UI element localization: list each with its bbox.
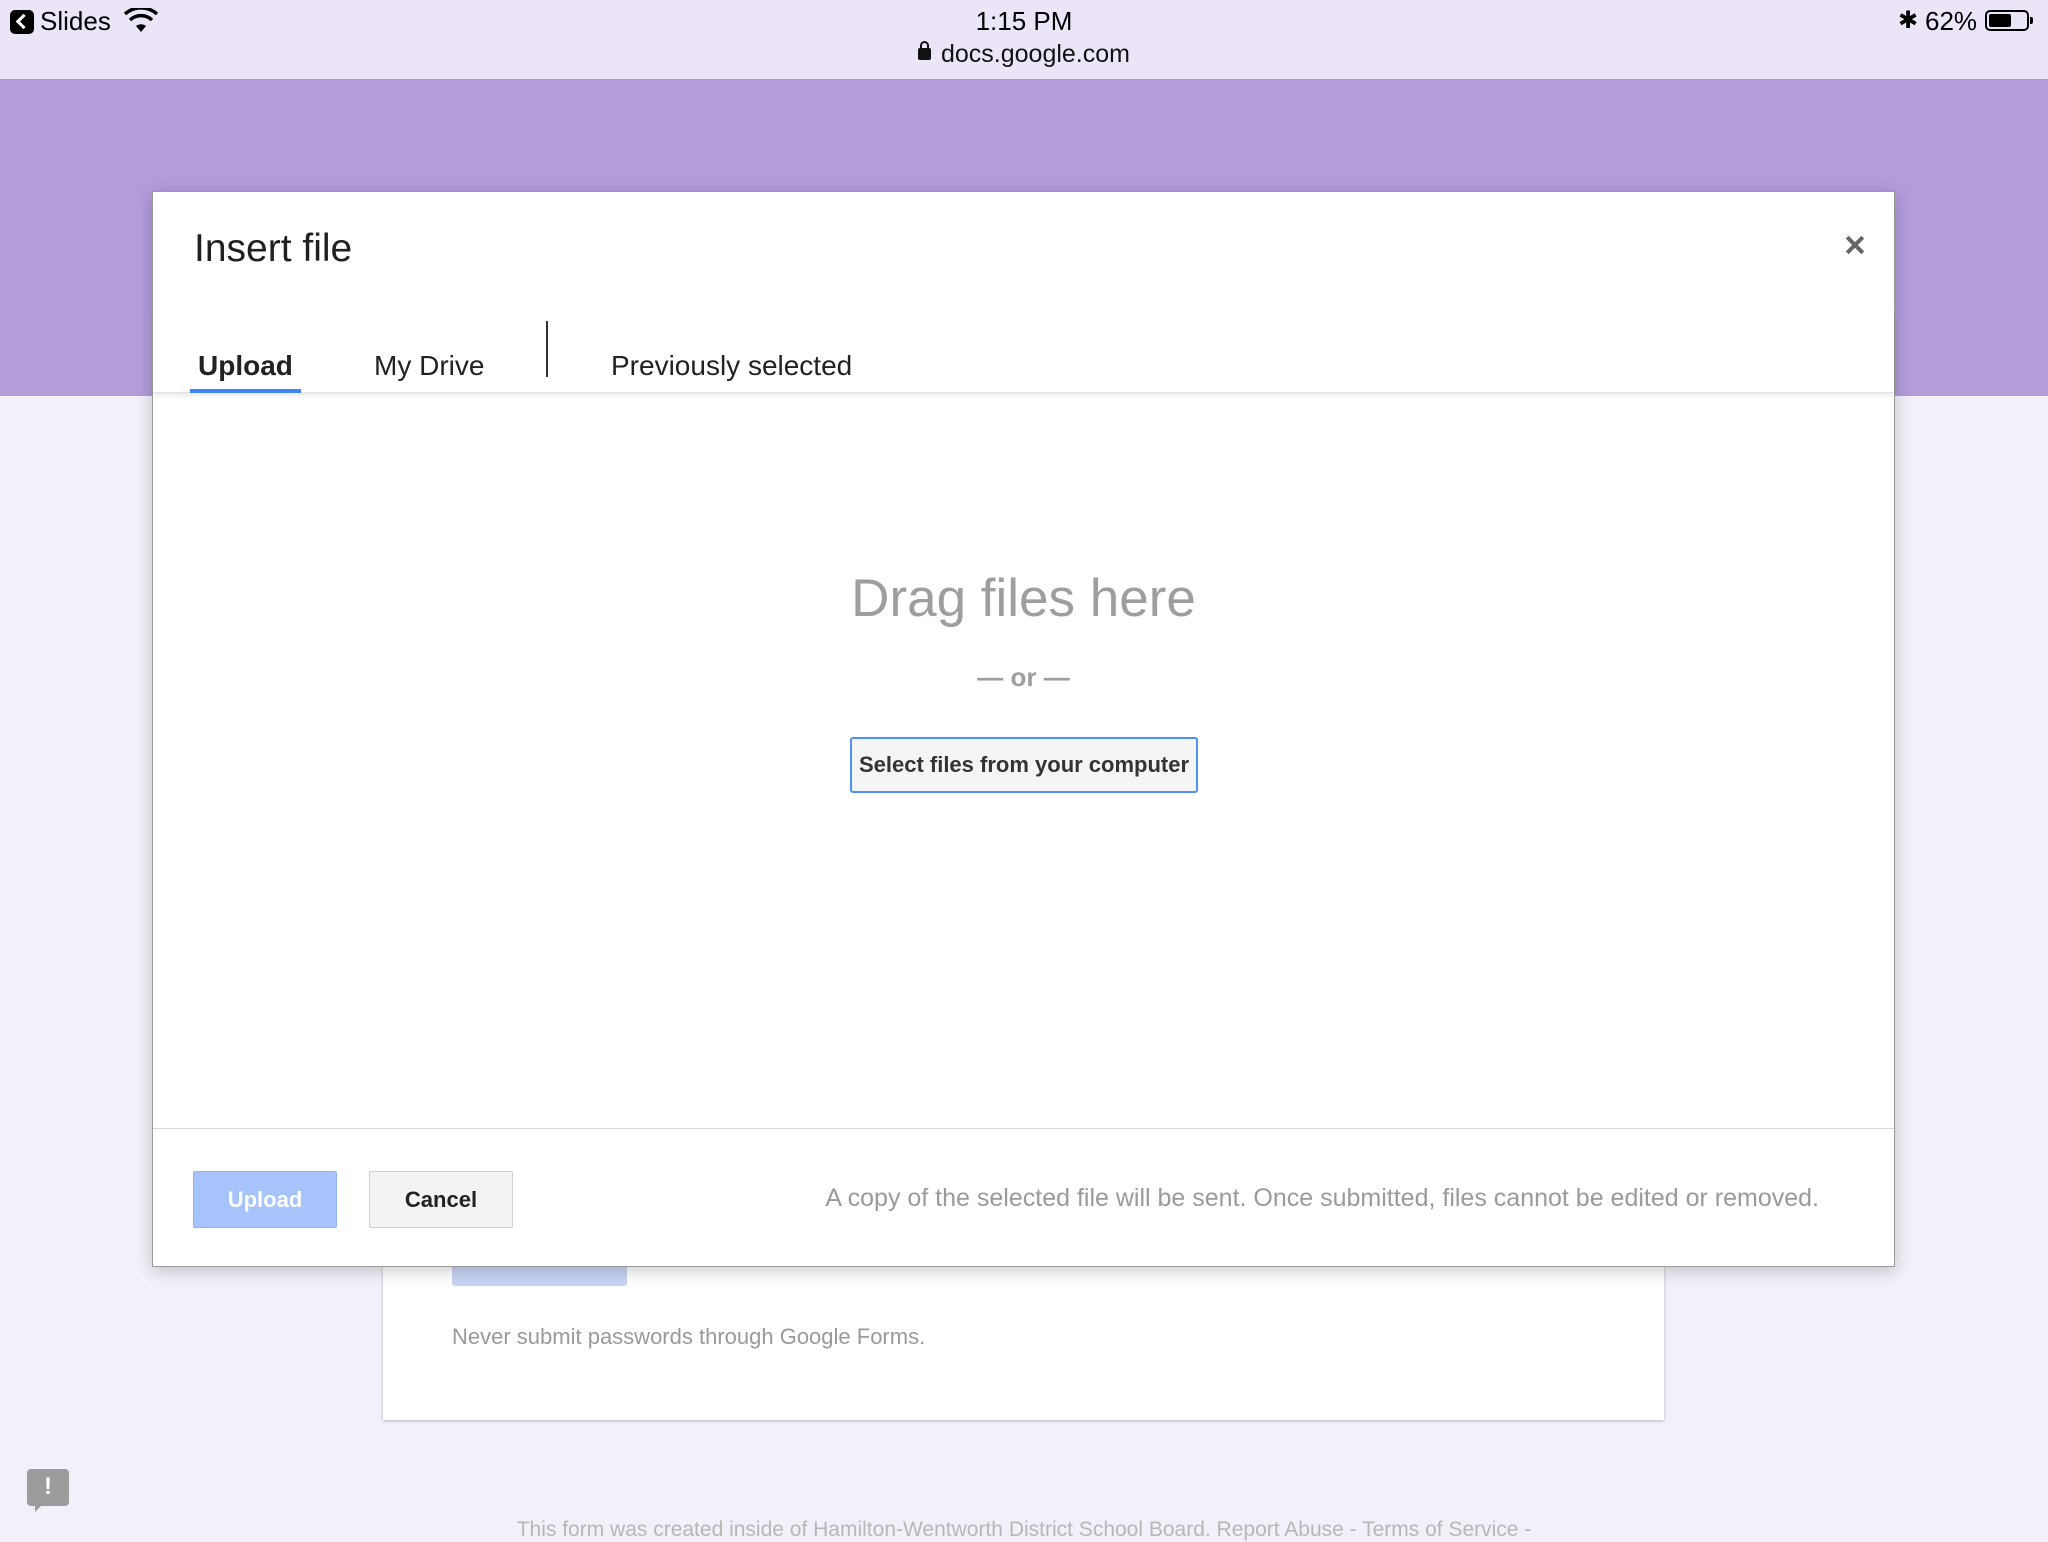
clock: 1:15 PM: [975, 6, 1073, 36]
tab-previously-selected[interactable]: Previously selected: [611, 310, 852, 392]
lock-icon: [917, 41, 931, 60]
battery-percent: 62%: [1925, 6, 1978, 36]
tab-my-drive[interactable]: My Drive: [374, 310, 484, 392]
upload-notice: A copy of the selected file will be sent…: [825, 1184, 1819, 1212]
form-footer: This form was created inside of Hamilton…: [516, 1518, 1532, 1541]
footer-divider: [153, 1128, 1894, 1129]
dialog-title: Insert file: [194, 227, 353, 270]
address-bar[interactable]: docs.google.com: [0, 40, 2048, 69]
tab-separator: [546, 321, 548, 377]
exclamation-icon: !: [44, 1473, 52, 1500]
battery-icon: [1985, 10, 2033, 31]
bluetooth-icon: ✱: [1898, 7, 1919, 34]
upload-button[interactable]: Upload: [193, 1171, 337, 1228]
tab-upload[interactable]: Upload: [190, 310, 301, 393]
report-issue-button[interactable]: !: [27, 1469, 69, 1512]
url-text: docs.google.com: [940, 40, 1130, 68]
drop-zone-title[interactable]: Drag files here: [153, 568, 1894, 629]
password-warning: Never submit passwords through Google Fo…: [452, 1324, 926, 1349]
dialog-tabs: Upload My Drive Previously selected: [153, 310, 1894, 393]
close-icon[interactable]: [1840, 232, 1870, 262]
select-files-button[interactable]: Select files from your computer: [850, 737, 1198, 793]
cancel-button[interactable]: Cancel: [369, 1171, 513, 1228]
battery-level-fill: [1989, 14, 2011, 27]
drop-zone-or: — or —: [977, 662, 1070, 692]
status-bar: Slides 1:15 PM docs.google.com ✱ 62%: [0, 0, 2048, 80]
insert-file-dialog: Insert file Upload My Drive Previously s…: [152, 191, 1895, 1267]
